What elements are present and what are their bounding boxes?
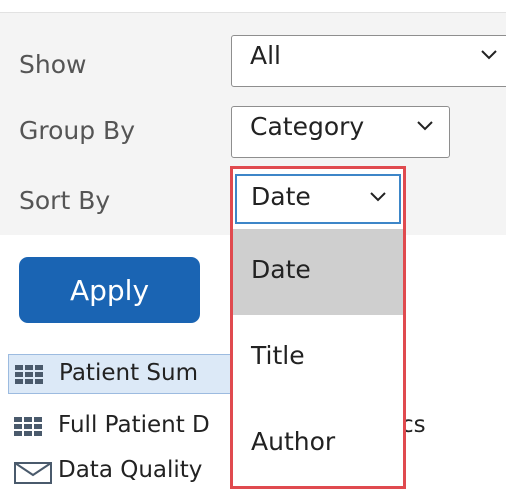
show-select-value: All [250, 41, 281, 70]
grid-icon [15, 365, 43, 384]
apply-button-label: Apply [69, 274, 150, 307]
group-by-select[interactable]: Category [231, 106, 450, 158]
sort-option-date[interactable]: Date [233, 229, 403, 315]
sort-by-dropdown[interactable]: Date Date Title Author [230, 166, 406, 489]
mail-icon [14, 462, 52, 484]
sort-option-author[interactable]: Author [233, 401, 403, 487]
list-item-label: Patient Sum [59, 360, 198, 386]
list-item[interactable]: Patient Sum [8, 354, 250, 394]
sort-by-select[interactable]: Date [235, 174, 401, 224]
apply-button[interactable]: Apply [19, 257, 200, 323]
chevron-down-icon [481, 50, 497, 60]
chevron-down-icon [417, 121, 433, 131]
grid-icon [14, 417, 42, 436]
sort-by-label: Sort By [19, 186, 111, 215]
sort-option-title[interactable]: Title [233, 315, 403, 401]
sort-by-select-value: Date [251, 182, 311, 211]
group-by-select-value: Category [250, 112, 365, 141]
chevron-down-icon [370, 192, 386, 202]
list-item-label: Full Patient D [58, 412, 210, 438]
show-label: Show [19, 50, 87, 79]
header-strip [0, 0, 506, 13]
group-by-label: Group By [19, 116, 136, 145]
list-item-label: Data Quality [58, 457, 203, 483]
show-select[interactable]: All [231, 35, 506, 87]
